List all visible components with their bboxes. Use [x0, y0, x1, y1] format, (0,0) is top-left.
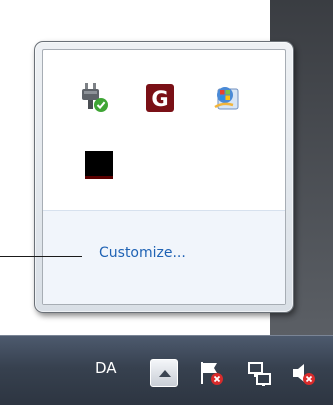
tray-overflow-flyout: G Customize... [34, 41, 294, 313]
flyout-panel: G Customize... [42, 49, 286, 305]
volume-muted-icon[interactable] [288, 358, 318, 388]
action-center-flag-icon[interactable] [196, 358, 226, 388]
chevron-up-icon [159, 370, 171, 377]
language-indicator[interactable]: DA [95, 359, 117, 377]
power-plug-icon[interactable] [77, 80, 113, 116]
windows-update-icon[interactable] [209, 80, 245, 116]
taskbar: DA [0, 335, 333, 405]
network-icon[interactable] [243, 358, 273, 388]
customize-link[interactable]: Customize... [99, 245, 186, 261]
flyout-footer: Customize... [43, 210, 285, 304]
hidden-icons-area: G [43, 50, 285, 210]
g-app-icon[interactable]: G [142, 80, 178, 116]
callout-line [0, 256, 82, 257]
show-hidden-icons-button[interactable] [150, 359, 178, 387]
svg-text:G: G [151, 87, 168, 111]
black-square-app-icon[interactable] [81, 147, 117, 183]
